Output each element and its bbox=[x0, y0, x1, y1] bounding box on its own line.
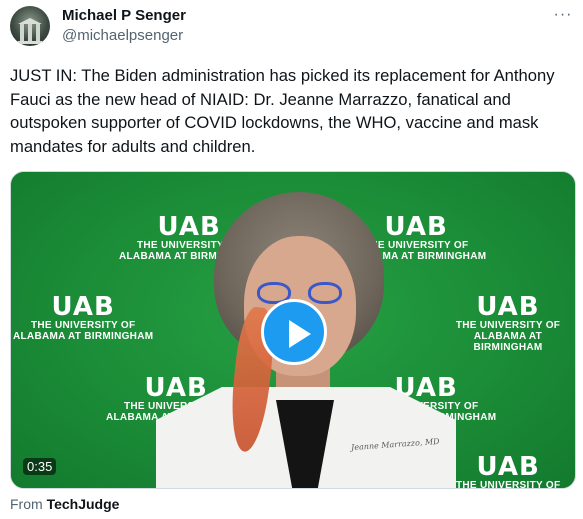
video-duration: 0:35 bbox=[23, 458, 57, 475]
source-name[interactable]: TechJudge bbox=[47, 496, 120, 512]
video-player[interactable]: UAB THE UNIVERSITY OF ALABAMA AT BIRMING… bbox=[10, 171, 576, 489]
avatar[interactable] bbox=[10, 6, 50, 46]
backdrop-logo: UAB THE UNIVERSITY OF ALABAMA AT BIRMING… bbox=[13, 292, 154, 342]
source-prefix: From bbox=[10, 496, 43, 512]
author-handle[interactable]: @michaelpsenger bbox=[62, 27, 183, 44]
backdrop-logo: UAB THE UNIVERSITY OF bbox=[456, 452, 561, 489]
play-icon bbox=[289, 320, 311, 348]
tweet-header: Michael P Senger @michaelpsenger ··· bbox=[10, 6, 575, 48]
media-source: From TechJudge bbox=[10, 496, 119, 512]
author-name[interactable]: Michael P Senger bbox=[62, 7, 186, 24]
more-icon[interactable]: ··· bbox=[553, 7, 573, 24]
backdrop-logo: UAB THE UNIVERSITY OF ALABAMA AT BIRMING… bbox=[455, 292, 561, 353]
tweet-text: JUST IN: The Biden administration has pi… bbox=[10, 66, 555, 156]
play-button[interactable] bbox=[261, 299, 327, 365]
